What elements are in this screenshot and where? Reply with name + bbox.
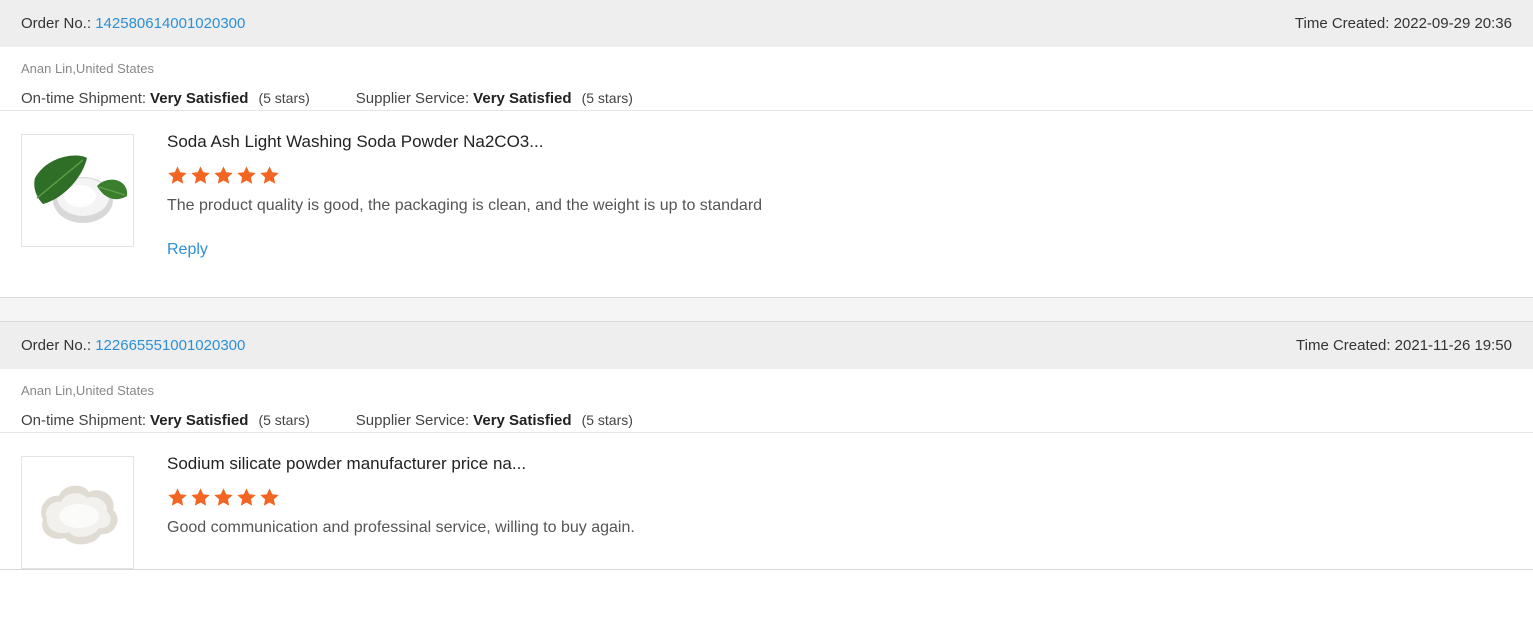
order-separator <box>0 298 1533 322</box>
shipment-rating: On-time Shipment: Very Satisfied (5 star… <box>21 89 310 108</box>
order-number-link[interactable]: 142580614001020300 <box>95 15 245 32</box>
order-number-link[interactable]: 122665551001020300 <box>95 337 245 354</box>
shipment-value: Very Satisfied <box>150 412 249 429</box>
time-created-label: Time Created: <box>1296 337 1391 354</box>
review-text: The product quality is good, the packagi… <box>167 197 763 214</box>
order-number: Order No.: 122665551001020300 <box>21 337 245 354</box>
service-rating: Supplier Service: Very Satisfied (5 star… <box>356 89 633 108</box>
reply-link[interactable]: Reply <box>167 240 208 260</box>
shipment-label: On-time Shipment: <box>21 412 147 429</box>
time-created-value: 2021-11-26 19:50 <box>1394 337 1512 354</box>
product-rating <box>167 487 635 509</box>
product-thumbnail[interactable] <box>21 134 134 247</box>
shipment-label: On-time Shipment: <box>21 90 147 107</box>
sodium-silicate-product-image <box>41 485 118 545</box>
star-icon <box>168 166 187 184</box>
shipment-value: Very Satisfied <box>150 90 249 107</box>
order-number-label: Order No.: <box>21 15 92 32</box>
time-created-value: 2022-09-29 20:36 <box>1393 15 1512 32</box>
order-number-label: Order No.: <box>21 337 92 354</box>
star-icon <box>260 166 279 184</box>
star-icon <box>191 488 210 506</box>
order-header: Order No.: 122665551001020300 Time Creat… <box>0 322 1533 369</box>
service-value: Very Satisfied <box>473 90 572 107</box>
order-card: Order No.: 122665551001020300 Time Creat… <box>0 322 1533 570</box>
product-title[interactable]: Sodium silicate powder manufacturer pric… <box>167 454 635 474</box>
star-icon <box>214 488 233 506</box>
order-header: Order No.: 142580614001020300 Time Creat… <box>0 0 1533 47</box>
soda-ash-product-image <box>34 155 128 223</box>
service-ratings: On-time Shipment: Very Satisfied (5 star… <box>21 411 1512 429</box>
time-created-label: Time Created: <box>1294 15 1390 32</box>
buyer-info: Anan Lin,United States <box>21 61 154 76</box>
order-card: Order No.: 142580614001020300 Time Creat… <box>0 0 1533 298</box>
star-icon <box>168 488 187 506</box>
time-created: Time Created: 2021-11-26 19:50 <box>1296 337 1512 354</box>
service-ratings: On-time Shipment: Very Satisfied (5 star… <box>21 89 1512 107</box>
review-body: Soda Ash Light Washing Soda Powder Na2CO… <box>167 132 763 297</box>
star-icon <box>237 166 256 184</box>
review-body: Sodium silicate powder manufacturer pric… <box>167 454 635 569</box>
order-meta: Anan Lin,United States On-time Shipment:… <box>0 369 1533 433</box>
product-thumbnail[interactable] <box>21 456 134 569</box>
service-value: Very Satisfied <box>473 412 572 429</box>
buyer-info: Anan Lin,United States <box>21 383 154 398</box>
order-meta: Anan Lin,United States On-time Shipment:… <box>0 47 1533 111</box>
shipment-stars: (5 stars) <box>258 90 310 106</box>
service-stars: (5 stars) <box>581 412 633 428</box>
star-icon <box>191 166 210 184</box>
shipment-stars: (5 stars) <box>258 412 310 428</box>
shipment-rating: On-time Shipment: Very Satisfied (5 star… <box>21 411 310 430</box>
service-stars: (5 stars) <box>581 90 633 106</box>
star-icon <box>237 488 256 506</box>
time-created: Time Created: 2022-09-29 20:36 <box>1295 15 1512 32</box>
order-number: Order No.: 142580614001020300 <box>21 15 245 32</box>
star-icon <box>214 166 233 184</box>
service-rating: Supplier Service: Very Satisfied (5 star… <box>356 411 633 430</box>
star-icon <box>260 488 279 506</box>
service-label: Supplier Service: <box>355 412 470 429</box>
product-title[interactable]: Soda Ash Light Washing Soda Powder Na2CO… <box>167 132 762 152</box>
product-rating <box>167 165 762 187</box>
review-item: Soda Ash Light Washing Soda Powder Na2CO… <box>0 111 1533 297</box>
service-label: Supplier Service: <box>355 90 470 107</box>
review-item: Sodium silicate powder manufacturer pric… <box>0 433 1533 569</box>
review-text: Good communication and professinal servi… <box>167 519 635 536</box>
